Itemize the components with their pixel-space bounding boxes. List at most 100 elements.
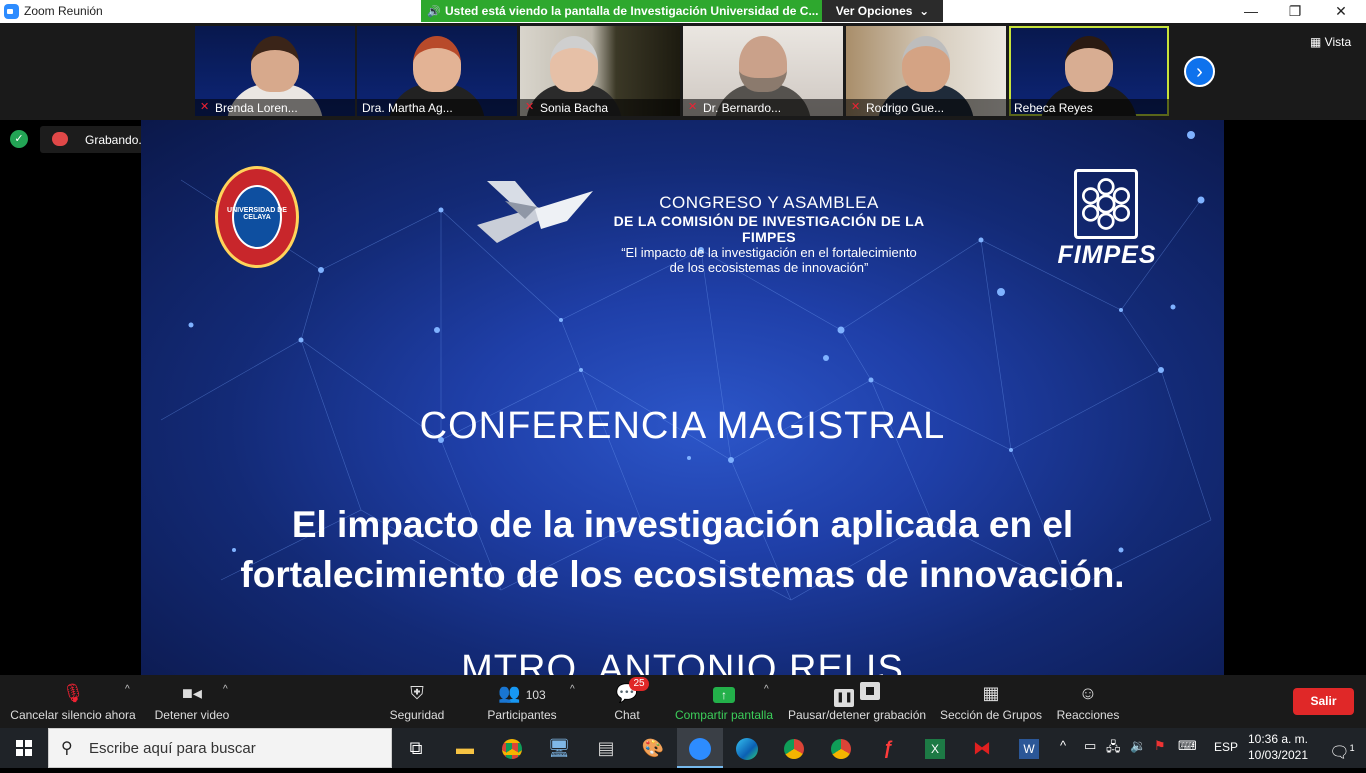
calculator-icon[interactable]: ▤ [583,728,629,768]
view-button[interactable]: ▦ Vista [1310,35,1351,49]
reactions-button[interactable]: ☺ Reacciones [1054,675,1122,728]
notification-count: 1 [1349,743,1355,753]
share-screen-label: Compartir pantalla [674,708,774,722]
unmute-button[interactable]: 🎙 Cancelar silencio ahora [8,675,138,728]
chevron-down-icon: ⌄ [915,4,930,18]
share-options-chevron-icon[interactable]: ^ [764,684,769,695]
volume-icon[interactable]: 🔉 [1130,738,1146,754]
battery-icon[interactable]: ▭ [1084,738,1096,754]
participant-name: Rodrigo Gue... [866,101,945,115]
participant-video [902,36,950,92]
restore-button[interactable]: ❐ [1272,0,1318,23]
shield-icon: ⛨ [410,683,424,703]
edge-icon[interactable] [724,728,770,768]
pause-stop-recording-button[interactable]: ❚❚ Pausar/detener grabación [786,675,928,728]
zoom-taskbar-icon[interactable] [677,728,723,768]
network-icon[interactable]: 🖧 [1106,738,1121,760]
participants-options-chevron-icon[interactable]: ^ [570,684,575,695]
participant-name: Brenda Loren... [215,101,298,115]
congress-x-logo [477,181,593,243]
participant-video [413,36,461,92]
participant-name-bar: Dra. Martha Ag... [357,99,517,116]
system-tray: ^ ▭ 🖧 🔉 ⚑ ⌨ ESP [1058,728,1238,768]
paint-icon[interactable]: 🎨 [630,728,676,768]
participant-tile-active-speaker[interactable]: Rebeca Reyes [1009,26,1169,116]
chrome-icon[interactable] [489,728,535,768]
participants-button[interactable]: 👥 103 Participantes [484,675,560,728]
excel-icon[interactable]: X [912,728,958,768]
mic-muted-icon: ✕ [200,101,210,113]
start-button[interactable] [0,728,48,768]
participant-tile[interactable]: ✕ Brenda Loren... [195,26,355,116]
participant-name-bar: ✕ Rodrigo Gue... [846,99,1006,116]
next-page-chevron-icon[interactable]: › [1184,56,1215,87]
antivirus-icon[interactable]: ⚑ [1154,738,1166,754]
security-button[interactable]: ⛨ Seguridad [386,675,448,728]
word-icon[interactable]: W [1006,728,1052,768]
audio-options-chevron-icon[interactable]: ^ [125,684,130,695]
stop-video-label: Detener video [154,708,230,722]
taskbar-clock[interactable]: 10:36 a. m. 10/03/2021 [1240,731,1316,767]
participant-name-bar: ✕ Sonia Bacha [520,99,680,116]
network-app-icon[interactable]: 🖥 [536,728,582,768]
recording-status: Grabando... [85,133,149,147]
keyboard-icon[interactable]: ⌨ [1178,738,1197,754]
participant-tile[interactable]: ✕ Dr. Bernardo... [683,26,843,116]
leave-meeting-button[interactable]: Salir [1293,688,1354,715]
chrome-profile-icon[interactable] [771,728,817,768]
participant-video [1065,36,1113,92]
window-title: Zoom Reunión [24,4,103,18]
video-camera-icon: ■◂ [182,683,202,703]
share-banner: 🔊 Usted está viendo la pantalla de Inves… [421,0,822,22]
language-indicator[interactable]: ESP [1214,740,1238,754]
windows-logo-icon [16,740,32,756]
participant-tile[interactable]: ✕ Rodrigo Gue... [846,26,1006,116]
participant-tile[interactable]: ✕ Sonia Bacha [520,26,680,116]
participants-count: 103 [525,688,546,702]
chat-button[interactable]: 💬 25 Chat [600,675,654,728]
participant-video [251,36,299,92]
task-view-icon[interactable]: ⧉ [393,728,439,768]
view-options-button[interactable]: Ver Opciones ⌄ [822,0,943,22]
participant-video [550,36,599,92]
share-banner-text: Usted está viendo la pantalla de Investi… [445,4,819,18]
unmute-label: Cancelar silencio ahora [10,708,136,722]
participant-strip: ✕ Brenda Loren... Dra. Martha Ag... ✕ So… [0,23,1366,120]
taskbar-search-box[interactable]: ⚲ Escribe aquí para buscar [48,728,392,768]
participant-name: Sonia Bacha [540,101,609,115]
congress-line1: CONGRESO Y ASAMBLEA [659,193,879,212]
mic-muted-icon: ✕ [525,101,535,113]
share-screen-button[interactable]: ↑ Compartir pantalla [672,675,776,728]
congress-line4: de los ecosistemas de innovación” [669,260,869,275]
congress-line2: DE LA COMISIÓN DE INVESTIGACIÓN DE LA FI… [613,213,925,245]
video-options-chevron-icon[interactable]: ^ [223,684,228,695]
reactions-label: Reacciones [1056,708,1120,722]
participant-name: Dra. Martha Ag... [362,101,453,115]
acrobat-icon[interactable]: ⧓ [959,728,1005,768]
participant-tile[interactable]: Dra. Martha Ag... [357,26,517,116]
congress-line3: “El impacto de la investigación en el fo… [621,245,917,260]
participant-video [739,36,787,92]
breakout-rooms-button[interactable]: ▦ Sección de Grupos [938,675,1044,728]
security-label: Seguridad [389,708,445,722]
fimpes-emblem [1074,169,1138,239]
zoom-app-icon [4,4,19,19]
meeting-toolbar: 🎙 Cancelar silencio ahora ^ ■◂ Detener v… [0,675,1366,728]
fimpes-logo: FIMPES [1053,169,1161,269]
chrome-profile-b-icon[interactable] [818,728,864,768]
pause-stop-icon: ❚❚ [786,682,928,707]
notification-center-icon[interactable]: 🗨1 [1318,728,1366,768]
file-explorer-icon[interactable]: ▬ [442,728,488,768]
flash-icon[interactable]: ƒ [865,728,911,768]
chat-unread-badge: 25 [629,677,649,691]
minimize-button[interactable]: — [1228,0,1274,23]
stop-video-button[interactable]: ■◂ Detener video [150,675,234,728]
participants-label: Participantes [487,708,557,722]
show-hidden-icons-chevron-icon[interactable]: ^ [1060,738,1066,753]
encryption-shield-icon[interactable]: ✓ [10,130,28,148]
close-button[interactable]: ✕ [1318,0,1364,23]
microphone-muted-icon: 🎙 [61,683,85,703]
participant-name-bar: ✕ Brenda Loren... [195,99,355,116]
speaker-name: MTRO. ANTONIO RELIS [461,648,904,675]
talk-title: El impacto de la investigación aplicada … [240,504,1125,595]
